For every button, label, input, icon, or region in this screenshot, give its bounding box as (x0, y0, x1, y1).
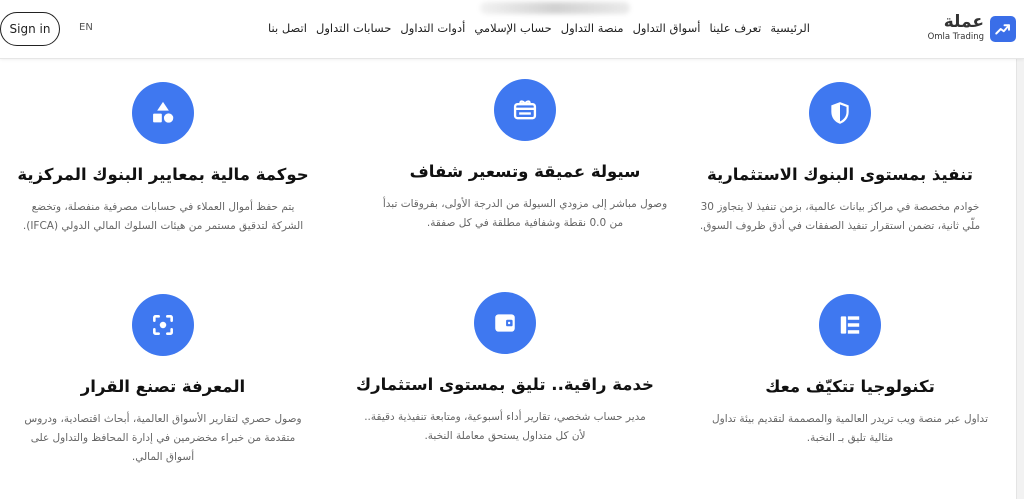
card-title: حوكمة مالية بمعايير البنوك المركزية (17, 165, 309, 184)
nav-accounts[interactable]: حسابات التداول (316, 21, 391, 35)
nav-tools[interactable]: أدوات التداول (400, 21, 465, 35)
site-logo[interactable]: عملة Omla Trading (928, 14, 1016, 43)
nav-about[interactable]: تعرف علينا (709, 21, 761, 35)
feature-card-service: خدمة راقية.. تليق بمستوى استثمارك مدير ح… (355, 292, 655, 446)
feature-card-execution: تنفيذ بمستوى البنوك الاستثمارية خوادم مخ… (690, 82, 990, 236)
card-description: وصول مباشر إلى مزودي السيولة من الدرجة ا… (382, 198, 668, 229)
sign-in-button[interactable]: Sign in (0, 12, 60, 46)
card-description: وصول حصري لتقارير الأسواق العالمية، أبحا… (24, 413, 302, 463)
columns-icon (819, 294, 881, 356)
trending-up-icon (990, 15, 1016, 42)
blurred-banner (480, 2, 630, 14)
gift-card-icon (494, 79, 556, 141)
site-header: Sign in EN الرئيسية تعرف علينا أسواق الت… (0, 0, 1024, 59)
feature-card-liquidity: سيولة عميقة وتسعير شفاف وصول مباشر إلى م… (375, 79, 675, 233)
logo-arabic: عملة (943, 12, 984, 32)
feature-card-technology: تكنولوجيا تتكيّف معك تداول عبر منصة ويب … (700, 294, 1000, 448)
page-scrollbar[interactable] (1016, 0, 1024, 499)
shield-icon (809, 82, 871, 144)
nav-platform[interactable]: منصة التداول (561, 21, 624, 35)
feature-card-governance: حوكمة مالية بمعايير البنوك المركزية يتم … (13, 82, 313, 236)
focus-icon (132, 294, 194, 356)
card-description: يتم حفظ أموال العملاء في حسابات مصرفية م… (22, 201, 304, 232)
card-title: تكنولوجيا تتكيّف معك (765, 377, 935, 396)
card-description: خوادم مخصصة في مراكز بيانات عالمية، بزمن… (699, 201, 981, 232)
nav-contact[interactable]: اتصل بنا (268, 21, 307, 35)
main-nav: الرئيسية تعرف علينا أسواق التداول منصة ا… (268, 21, 810, 35)
card-description: تداول عبر منصة ويب تريدر العالمية والمصم… (712, 413, 988, 444)
card-title: تنفيذ بمستوى البنوك الاستثمارية (707, 165, 973, 184)
shapes-icon (132, 82, 194, 144)
card-title: سيولة عميقة وتسعير شفاف (409, 162, 641, 181)
logo-english: Omla Trading (927, 32, 984, 42)
card-description: مدير حساب شخصي، تقارير أداء أسبوعية، ومت… (364, 411, 646, 442)
language-switch[interactable]: EN (79, 22, 93, 33)
nav-islamic-account[interactable]: حساب الإسلامي (474, 21, 551, 35)
card-title: المعرفة تصنع القرار (80, 377, 246, 396)
nav-markets[interactable]: أسواق التداول (633, 21, 701, 35)
nav-home[interactable]: الرئيسية (770, 21, 810, 35)
card-title: خدمة راقية.. تليق بمستوى استثمارك (356, 375, 654, 394)
wallet-icon (474, 292, 536, 354)
feature-card-knowledge: المعرفة تصنع القرار وصول حصري لتقارير ال… (13, 294, 313, 467)
